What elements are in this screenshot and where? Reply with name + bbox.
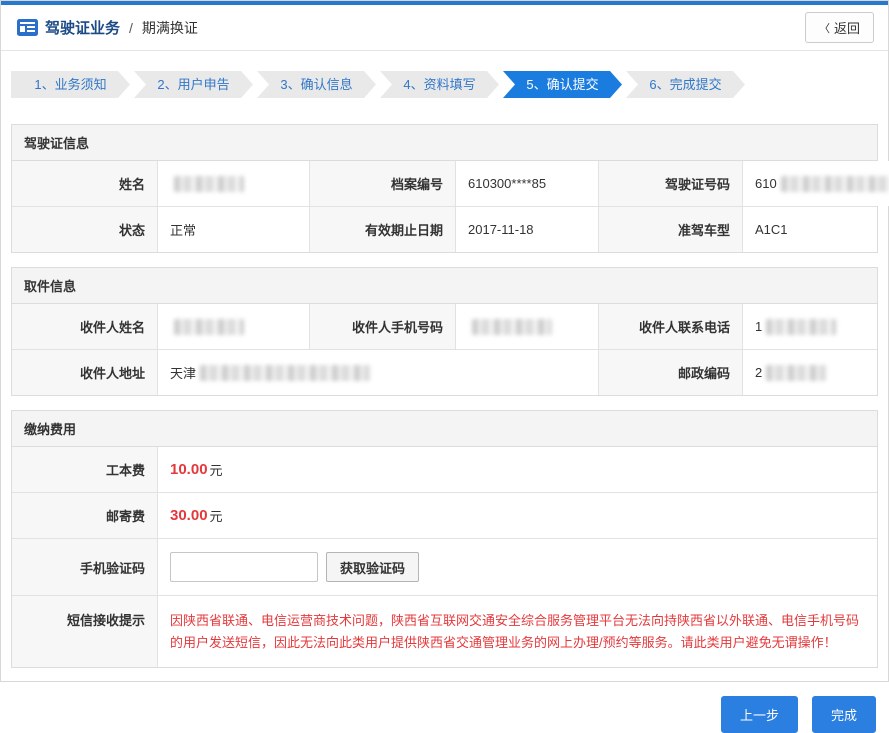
table-row: 收件人地址 天津 邮政编码 2 [12, 349, 877, 395]
cost-fee-value: 10.00元 [157, 447, 877, 492]
license-info-section: 驾驶证信息 姓名 档案编号 610300****85 驾驶证号码 610 状态 … [11, 124, 878, 253]
sms-notice-label: 短信接收提示 [12, 596, 157, 667]
license-section-title: 驾驶证信息 [12, 125, 877, 161]
table-row: 邮寄费 30.00元 [12, 492, 877, 538]
postal-code-label: 邮政编码 [598, 350, 742, 395]
recipient-mobile-label: 收件人手机号码 [309, 304, 455, 349]
license-business-icon [17, 19, 38, 36]
redacted-recipient-address [200, 365, 370, 381]
cost-fee-unit: 元 [210, 460, 223, 479]
archive-no-label: 档案编号 [309, 161, 455, 206]
fees-section-title: 缴纳费用 [12, 411, 877, 447]
recipient-address-label: 收件人地址 [12, 350, 157, 395]
fees-section: 缴纳费用 工本费 10.00元 邮寄费 30.00元 手机验证码 获取验证码 短… [11, 410, 878, 668]
step-5-confirm-submit[interactable]: 5、确认提交 [503, 71, 622, 98]
valid-until-label: 有效期止日期 [309, 207, 455, 252]
redacted-recipient-name [174, 319, 244, 335]
previous-step-button[interactable]: 上一步 [721, 696, 798, 733]
finish-button[interactable]: 完成 [812, 696, 876, 733]
pickup-info-section: 取件信息 收件人姓名 收件人手机号码 收件人联系电话 1 收件人地址 天津 邮政… [11, 267, 878, 396]
cost-fee-label: 工本费 [12, 447, 157, 492]
step-3-confirm-info[interactable]: 3、确认信息 [257, 71, 376, 98]
redacted-recipient-phone [766, 319, 836, 335]
redacted-name [174, 176, 244, 192]
recipient-mobile-value [455, 304, 598, 349]
header: 驾驶证业务 / 期满换证 〈 返回 [1, 5, 888, 51]
table-row: 姓名 档案编号 610300****85 驾驶证号码 610 [12, 161, 877, 206]
step-2-user-declaration[interactable]: 2、用户申告 [134, 71, 253, 98]
page-title: 驾驶证业务 / 期满换证 [17, 17, 198, 38]
sms-captcha-field: 获取验证码 [157, 539, 877, 595]
table-row: 手机验证码 获取验证码 [12, 538, 877, 595]
cost-fee-amount: 10.00 [170, 461, 208, 478]
redacted-license-no [781, 176, 889, 192]
table-row: 收件人姓名 收件人手机号码 收件人联系电话 1 [12, 304, 877, 349]
step-6-finish-submit[interactable]: 6、完成提交 [626, 71, 745, 98]
vehicle-class-label: 准驾车型 [598, 207, 742, 252]
archive-no-value: 610300****85 [455, 161, 598, 206]
redacted-postal-code [766, 365, 826, 381]
captcha-input[interactable] [170, 552, 318, 582]
postal-code-value: 2 [742, 350, 877, 395]
page-title-main: 驾驶证业务 [45, 17, 120, 38]
recipient-name-label: 收件人姓名 [12, 304, 157, 349]
recipient-address-value: 天津 [157, 350, 598, 395]
license-no-label: 驾驶证号码 [598, 161, 742, 206]
page-title-sub: 期满换证 [142, 18, 198, 38]
step-4-fill-materials[interactable]: 4、资料填写 [380, 71, 499, 98]
page: 驾驶证业务 / 期满换证 〈 返回 1、业务须知 2、用户申告 3、确认信息 4… [0, 0, 889, 682]
get-captcha-button[interactable]: 获取验证码 [326, 552, 419, 582]
sms-notice-value: 因陕西省联通、电信运营商技术问题，陕西省互联网交通安全综合服务管理平台无法向持陕… [157, 596, 877, 667]
postage-fee-value: 30.00元 [157, 493, 877, 538]
sms-captcha-label: 手机验证码 [12, 539, 157, 595]
step-nav: 1、业务须知 2、用户申告 3、确认信息 4、资料填写 5、确认提交 6、完成提… [11, 71, 878, 98]
status-label: 状态 [12, 207, 157, 252]
footer-actions: 上一步 完成 [1, 696, 876, 733]
recipient-phone-label: 收件人联系电话 [598, 304, 742, 349]
table-row: 状态 正常 有效期止日期 2017-11-18 准驾车型 A1C1 [12, 206, 877, 252]
back-button-label: 返回 [834, 18, 860, 37]
chevron-left-icon: 〈 [819, 20, 830, 36]
sms-warning-text: 因陕西省联通、电信运营商技术问题，陕西省互联网交通安全综合服务管理平台无法向持陕… [170, 610, 865, 654]
vehicle-class-value: A1C1 [742, 207, 877, 252]
postage-fee-label: 邮寄费 [12, 493, 157, 538]
title-divider: / [129, 20, 133, 36]
step-1-business-notice[interactable]: 1、业务须知 [11, 71, 130, 98]
postal-code-prefix: 2 [755, 365, 762, 380]
license-no-prefix: 610 [755, 176, 777, 191]
recipient-address-prefix: 天津 [170, 363, 196, 382]
redacted-recipient-mobile [472, 319, 552, 335]
recipient-phone-prefix: 1 [755, 319, 762, 334]
license-no-value: 610 [742, 161, 889, 206]
table-row: 短信接收提示 因陕西省联通、电信运营商技术问题，陕西省互联网交通安全综合服务管理… [12, 595, 877, 667]
postage-fee-amount: 30.00 [170, 507, 208, 524]
recipient-phone-value: 1 [742, 304, 877, 349]
name-label: 姓名 [12, 161, 157, 206]
status-value: 正常 [157, 207, 309, 252]
recipient-name-value [157, 304, 309, 349]
valid-until-value: 2017-11-18 [455, 207, 598, 252]
back-button[interactable]: 〈 返回 [805, 12, 874, 43]
pickup-section-title: 取件信息 [12, 268, 877, 304]
postage-fee-unit: 元 [210, 506, 223, 525]
name-value [157, 161, 309, 206]
table-row: 工本费 10.00元 [12, 447, 877, 492]
